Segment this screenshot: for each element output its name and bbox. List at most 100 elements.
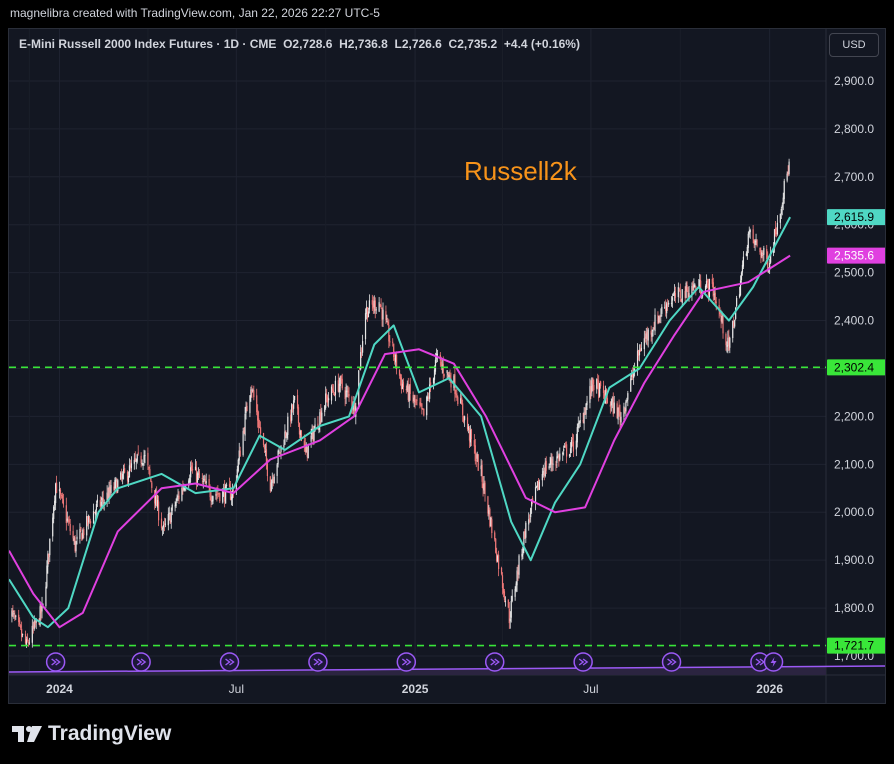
- y-tick-label: 2,100.0: [834, 457, 874, 471]
- candle-body: [625, 401, 627, 412]
- candle-body: [226, 484, 228, 486]
- candle-body: [620, 416, 622, 423]
- candle-body: [579, 420, 581, 424]
- candle-body: [677, 287, 679, 298]
- candle-body: [283, 445, 285, 448]
- candle-body: [475, 459, 477, 461]
- candle-body: [162, 525, 165, 528]
- x-tick-label: Jul: [229, 682, 244, 696]
- candle-body: [491, 519, 493, 534]
- candle-body: [606, 398, 609, 404]
- candle-body: [443, 374, 445, 376]
- candle-body: [414, 395, 416, 403]
- candle-body: [313, 430, 315, 441]
- chart-annotation-text[interactable]: Russell2k: [464, 156, 577, 187]
- y-tick-label: 1,800.0: [834, 601, 874, 615]
- y-tick-label: 1,900.0: [834, 553, 874, 567]
- y-tick-label: 2,200.0: [834, 409, 874, 423]
- candle-body: [22, 633, 24, 636]
- candle-body: [89, 517, 91, 520]
- candle-body: [700, 280, 702, 294]
- price-chart[interactable]: 2,900.02,800.02,700.02,600.02,500.02,400…: [9, 29, 885, 703]
- candle-body: [661, 306, 663, 314]
- candle-body: [593, 384, 595, 391]
- candle-body: [754, 240, 756, 245]
- candle-body: [462, 403, 464, 415]
- candle-body: [94, 511, 97, 515]
- candle-body: [83, 529, 85, 536]
- candle-body: [511, 595, 513, 602]
- candle-body: [686, 285, 688, 291]
- candle-body: [96, 499, 99, 503]
- candle-body: [430, 382, 432, 386]
- candle-body: [623, 406, 625, 417]
- candle-body: [643, 338, 645, 350]
- candle-body: [258, 418, 260, 428]
- candle-body: [434, 359, 437, 372]
- candle-body: [216, 493, 218, 495]
- candle-body: [559, 453, 561, 460]
- candle-body: [510, 600, 512, 618]
- tradingview-logo-icon: [12, 726, 42, 742]
- candle-body: [534, 487, 537, 503]
- candle-body: [148, 466, 150, 469]
- legend-close: C2,735.2: [448, 37, 498, 51]
- candle-body: [763, 248, 765, 255]
- candle-body: [249, 395, 251, 414]
- candle-body: [729, 337, 731, 348]
- candle-body: [31, 625, 33, 643]
- candle-body: [222, 490, 224, 503]
- candle-body: [592, 377, 594, 385]
- candle-body: [571, 437, 574, 440]
- legend-high: H2,736.8: [339, 37, 388, 51]
- legend-change: +4.4 (+0.16%): [503, 37, 580, 51]
- candle-body: [708, 278, 711, 298]
- candle-body: [147, 452, 149, 466]
- candle-body: [364, 313, 367, 340]
- candle-body: [507, 599, 509, 608]
- candle-body: [242, 431, 244, 456]
- candle-body: [387, 321, 389, 326]
- candle-body: [137, 452, 139, 454]
- candle-body: [640, 347, 643, 351]
- candle-body: [421, 403, 423, 410]
- candle-body: [244, 413, 246, 436]
- candle-body: [62, 499, 65, 505]
- candle-body: [566, 444, 568, 457]
- candle-body: [321, 412, 323, 422]
- candle-body: [670, 302, 673, 304]
- candle-body: [347, 390, 349, 393]
- candle-body: [658, 315, 660, 323]
- candle-body: [779, 213, 781, 223]
- candle-body: [151, 482, 153, 488]
- candle-body: [12, 610, 14, 613]
- candle-body: [28, 642, 31, 644]
- chart-frame[interactable]: 2,900.02,800.02,700.02,600.02,500.02,400…: [8, 28, 886, 704]
- candle-body: [198, 471, 201, 478]
- candle-body: [61, 495, 64, 499]
- candle-body: [13, 613, 15, 615]
- candle-body: [297, 407, 300, 423]
- candle-body: [416, 399, 418, 401]
- candle-body: [189, 477, 191, 482]
- candle-body: [600, 381, 602, 387]
- candle-body: [334, 380, 337, 395]
- candle-body: [548, 466, 550, 469]
- x-tick-label: 2024: [46, 682, 73, 696]
- currency-button[interactable]: USD: [829, 33, 879, 57]
- candle-body: [90, 521, 92, 524]
- candle-body: [260, 427, 262, 434]
- candle-body: [610, 401, 612, 406]
- candle-body: [246, 405, 248, 412]
- candle-body: [409, 384, 411, 394]
- candle-body: [447, 372, 449, 375]
- candle-body: [618, 405, 620, 412]
- candle-body: [577, 423, 579, 428]
- candle-body: [725, 333, 727, 346]
- candle-body: [393, 343, 395, 358]
- candle-body: [59, 489, 62, 495]
- candle-body: [706, 280, 709, 283]
- candle-body: [175, 502, 177, 506]
- candle-body: [378, 302, 380, 312]
- candle-body: [627, 393, 629, 400]
